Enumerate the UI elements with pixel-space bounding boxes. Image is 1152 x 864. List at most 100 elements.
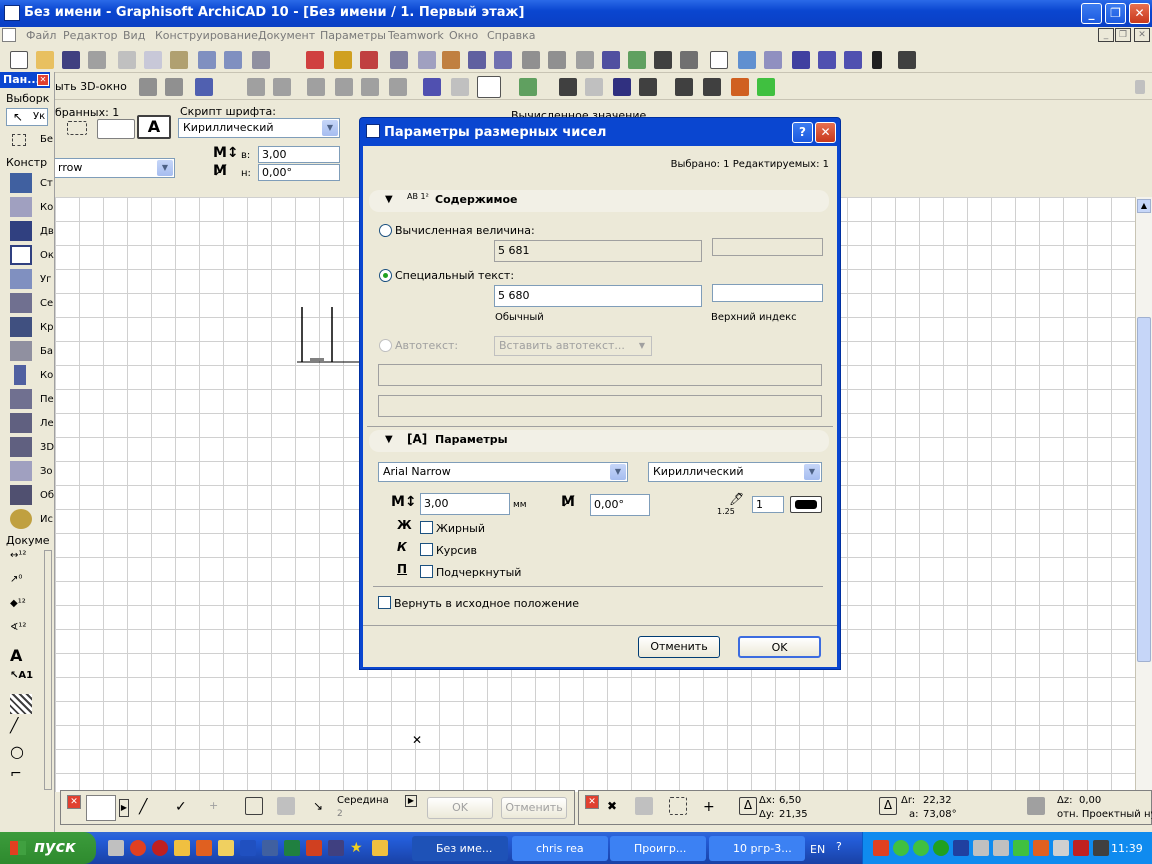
font-family-select[interactable]: Arial Narrow ▼ [378,462,628,482]
font-select[interactable]: rrow ▼ [53,158,175,178]
toolbox-close-icon[interactable]: ✕ [37,74,49,86]
view-icon-6[interactable] [307,78,325,96]
redo-icon[interactable] [224,51,242,69]
taskbar-item-archicad[interactable]: Без име... [412,836,508,861]
tool-icon-9[interactable] [522,51,540,69]
menu-view[interactable]: Вид [123,29,145,42]
tray-icon-1[interactable] [873,840,889,856]
tray-icon-3[interactable] [913,840,929,856]
quick-launch-icon-5[interactable] [196,840,212,856]
tool-icon-19[interactable] [792,51,810,69]
angle-dimension-tool-icon[interactable]: ∢¹² [10,622,32,642]
view-icon-13[interactable] [519,78,537,96]
tray-icon-7[interactable] [993,840,1009,856]
view-icon-17[interactable] [639,78,657,96]
view-icon-11[interactable] [451,78,469,96]
tool-icon-1[interactable] [306,51,324,69]
copy-icon[interactable] [144,51,162,69]
snap-icon[interactable]: ✓ [175,799,193,817]
view-icon-14[interactable] [559,78,577,96]
control-ok-button[interactable]: OK [427,797,493,819]
tool-icon-14[interactable] [654,51,672,69]
dr-value[interactable]: 22,32 [923,795,952,806]
slab-tool-icon[interactable] [10,389,32,409]
tool-icon-17[interactable] [738,51,756,69]
reference-level[interactable]: отн. Проектный ну [1057,809,1152,820]
show-3d-window-label[interactable]: ыть 3D-окно [55,80,127,93]
mdi-minimize-button[interactable]: _ [1098,28,1114,42]
view-icon-5[interactable] [273,78,291,96]
help-tray-icon[interactable]: ? [836,840,842,853]
level-dimension-tool-icon[interactable]: ↗⁰ [10,574,32,594]
fill-tool-icon[interactable] [10,694,32,714]
tool-icon-6[interactable] [442,51,460,69]
origin-icon[interactable]: + [703,799,721,817]
start-button[interactable]: пуск [0,832,96,864]
tool-icon-12[interactable] [602,51,620,69]
save-icon[interactable] [62,51,80,69]
control-box-close-icon[interactable]: ✕ [67,795,81,809]
taskbar-item-player[interactable]: Проигр... [610,836,706,861]
tool-icon-13[interactable] [628,51,646,69]
tray-icon-9[interactable] [1033,840,1049,856]
tool-icon-11[interactable] [576,51,594,69]
ok-button[interactable]: OK [738,636,821,658]
bold-checkbox[interactable] [420,521,433,534]
undo-icon[interactable] [198,51,216,69]
object-tool-icon[interactable] [10,485,32,505]
geometry-method-icon[interactable] [86,795,116,821]
quick-launch-icon-3[interactable] [152,840,168,856]
section-tool-icon[interactable] [10,293,32,313]
view-icon-10[interactable] [423,78,441,96]
italic-checkbox[interactable] [420,543,433,556]
text-tool-icon[interactable]: A [10,646,32,666]
language-indicator[interactable]: EN [810,843,825,856]
z-axis-icon[interactable] [1027,797,1045,815]
pen-number-field[interactable]: 1 [752,496,784,513]
tray-icon-2[interactable] [893,840,909,856]
lamp-tool-icon[interactable] [10,509,32,529]
text-angle-field[interactable]: 0,00° [590,494,650,516]
new-file-icon[interactable] [10,51,28,69]
view-icon-19[interactable] [703,78,721,96]
calc-value-radio[interactable] [379,224,392,237]
view-icon-21[interactable] [757,78,775,96]
circle-tool-icon[interactable]: ○ [10,742,32,762]
a-value[interactable]: 73,08° [923,809,957,820]
arrow-tool[interactable]: ↖ Ук [6,108,48,126]
custom-text-radio[interactable] [379,269,392,282]
view-icon-18[interactable] [675,78,693,96]
menu-options[interactable]: Параметры [320,29,386,42]
tool-icon-10[interactable] [548,51,566,69]
powerpoint-icon[interactable] [306,840,322,856]
tool-icon-22[interactable] [898,51,916,69]
quick-launch-icon-11[interactable] [328,840,344,856]
view-icon-9[interactable] [389,78,407,96]
reset-checkbox[interactable] [378,596,391,609]
dimension-tool-icon[interactable]: ↔¹² [10,550,32,570]
quick-launch-icon-13[interactable] [372,840,388,856]
gravity-icon[interactable] [245,797,263,815]
dz-value[interactable]: 0,00 [1079,795,1101,806]
height-field[interactable]: 3,00 [258,146,340,163]
polar-delta-icon[interactable]: Δ [879,797,897,815]
quick-launch-icon-2[interactable] [130,840,146,856]
label-tool-icon[interactable]: ↖A1 [10,670,33,690]
custom-superscript-field[interactable] [712,284,823,302]
tool-icon-20[interactable] [818,51,836,69]
toolbar-grip-icon[interactable] [1135,80,1145,94]
polyline-tool-icon[interactable]: ⌐ [10,766,32,786]
grid-icon[interactable] [669,797,687,815]
pen-icon[interactable] [872,51,882,69]
minimize-button[interactable]: _ [1081,3,1102,24]
content-group-header[interactable]: ▼ AB 1² Содержимое [369,190,829,212]
line-tool-icon[interactable]: ╱ [10,718,32,738]
word-icon[interactable] [240,840,256,856]
select-marquee-icon[interactable] [67,121,87,135]
eraser-icon[interactable] [97,119,135,139]
quick-launch-icon-4[interactable] [174,840,190,856]
stair-tool-icon[interactable] [10,413,32,433]
view-icon-15[interactable] [585,78,603,96]
zone-tool-icon[interactable] [10,461,32,481]
paste-icon[interactable] [170,51,188,69]
